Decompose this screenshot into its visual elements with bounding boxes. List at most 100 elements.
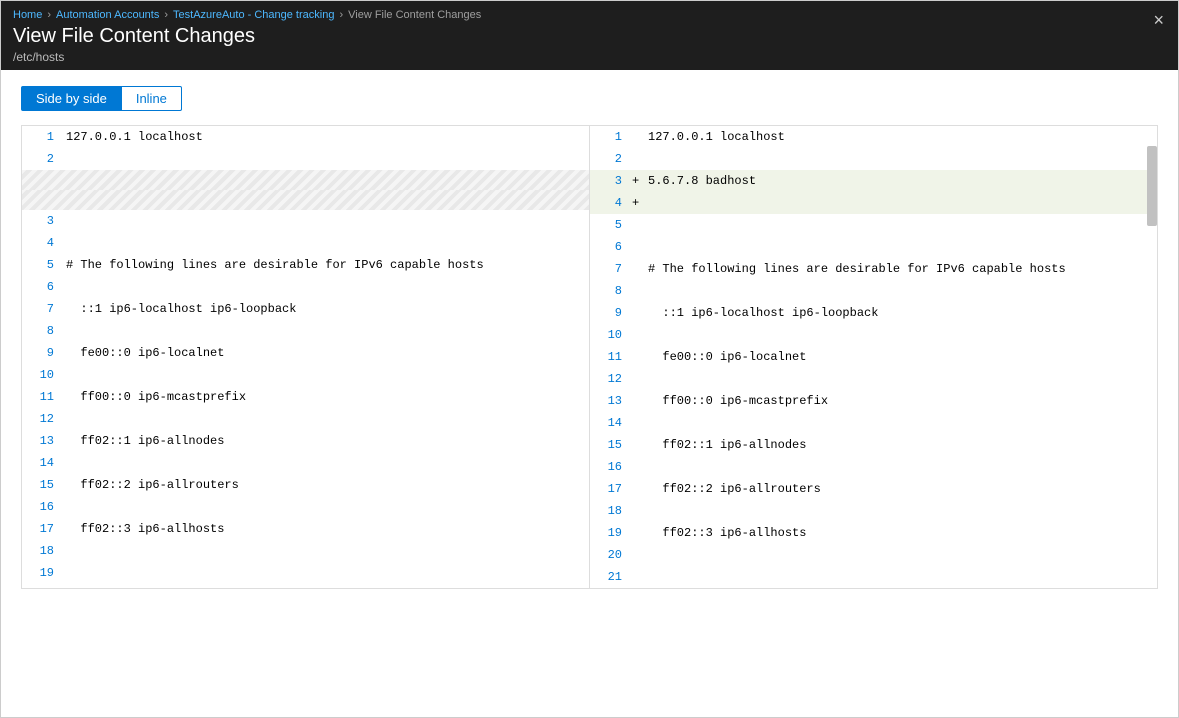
line-marker xyxy=(630,258,644,280)
diff-right-pane[interactable]: 1127.0.0.1 localhost23+5.6.7.8 badhost4+… xyxy=(590,126,1157,588)
page-title: View File Content Changes xyxy=(13,25,1166,48)
breadcrumb-home[interactable]: Home xyxy=(13,9,42,21)
line-number: 12 xyxy=(590,368,630,390)
table-row: 18 xyxy=(22,540,589,562)
table-row: 17 ff02::3 ip6-allhosts xyxy=(22,518,589,540)
line-marker xyxy=(630,236,644,258)
line-content: # The following lines are desirable for … xyxy=(62,254,589,276)
line-number: 15 xyxy=(22,474,62,496)
line-number: 17 xyxy=(590,478,630,500)
line-number: 6 xyxy=(590,236,630,258)
page-subtitle: /etc/hosts xyxy=(13,50,1166,64)
line-content: ::1 ip6-localhost ip6-loopback xyxy=(644,302,1157,324)
line-marker: + xyxy=(630,170,644,192)
line-number: 8 xyxy=(22,320,62,342)
line-marker xyxy=(630,324,644,346)
line-number: 1 xyxy=(22,126,62,148)
line-marker xyxy=(630,214,644,236)
line-content: fe00::0 ip6-localnet xyxy=(644,346,1157,368)
line-content xyxy=(62,148,589,170)
tab-inline[interactable]: Inline xyxy=(122,86,182,111)
table-row xyxy=(22,170,589,190)
table-row: 12 xyxy=(590,368,1157,390)
modal-header: Home › Automation Accounts › TestAzureAu… xyxy=(1,1,1178,70)
table-row: 4 xyxy=(22,232,589,254)
breadcrumb: Home › Automation Accounts › TestAzureAu… xyxy=(13,9,1166,21)
line-number: 3 xyxy=(22,210,62,232)
line-content: ff02::1 ip6-allnodes xyxy=(62,430,589,452)
diff-left-pane[interactable]: 1127.0.0.1 localhost2345# The following … xyxy=(22,126,590,588)
line-number: 4 xyxy=(590,192,630,214)
line-content xyxy=(644,368,1157,390)
line-content xyxy=(62,562,589,584)
line-marker xyxy=(630,412,644,434)
line-content: ff02::2 ip6-allrouters xyxy=(644,478,1157,500)
line-number: 14 xyxy=(22,452,62,474)
line-content xyxy=(644,236,1157,258)
line-content xyxy=(62,190,589,210)
line-content xyxy=(644,412,1157,434)
line-marker xyxy=(630,302,644,324)
table-row: 3+5.6.7.8 badhost xyxy=(590,170,1157,192)
table-row: 11 fe00::0 ip6-localnet xyxy=(590,346,1157,368)
line-content: ff02::3 ip6-allhosts xyxy=(62,518,589,540)
breadcrumb-change-tracking[interactable]: TestAzureAuto - Change tracking xyxy=(173,9,334,21)
line-content xyxy=(644,192,1157,214)
line-number: 9 xyxy=(590,302,630,324)
line-content xyxy=(644,544,1157,566)
line-content xyxy=(62,232,589,254)
line-content: fe00::0 ip6-localnet xyxy=(62,342,589,364)
diff-container: 1127.0.0.1 localhost2345# The following … xyxy=(21,125,1158,589)
line-number: 15 xyxy=(590,434,630,456)
table-row: 2 xyxy=(590,148,1157,170)
table-row: 18 xyxy=(590,500,1157,522)
line-number: 5 xyxy=(22,254,62,276)
line-number: 20 xyxy=(590,544,630,566)
line-marker xyxy=(630,434,644,456)
scrollbar-thumb[interactable] xyxy=(1147,146,1157,226)
table-row: 1127.0.0.1 localhost xyxy=(22,126,589,148)
line-content: # The following lines are desirable for … xyxy=(644,258,1157,280)
table-row: 20 xyxy=(590,544,1157,566)
line-marker xyxy=(630,522,644,544)
table-row: 3 xyxy=(22,210,589,232)
line-content xyxy=(62,210,589,232)
table-row: 17 ff02::2 ip6-allrouters xyxy=(590,478,1157,500)
line-content xyxy=(62,364,589,386)
line-content xyxy=(644,324,1157,346)
table-row: 5 xyxy=(590,214,1157,236)
table-row: 19 xyxy=(22,562,589,584)
line-number: 19 xyxy=(22,562,62,584)
line-content xyxy=(644,566,1157,588)
line-number xyxy=(22,190,62,210)
line-marker xyxy=(630,478,644,500)
breadcrumb-automation-accounts[interactable]: Automation Accounts xyxy=(56,9,159,21)
line-number: 9 xyxy=(22,342,62,364)
line-number: 2 xyxy=(590,148,630,170)
breadcrumb-sep-2: › xyxy=(164,9,168,21)
line-number: 19 xyxy=(590,522,630,544)
line-content xyxy=(62,496,589,518)
table-row: 10 xyxy=(590,324,1157,346)
close-button[interactable]: × xyxy=(1153,11,1164,29)
line-number: 8 xyxy=(590,280,630,302)
tab-side-by-side[interactable]: Side by side xyxy=(21,86,122,111)
table-row: 9 fe00::0 ip6-localnet xyxy=(22,342,589,364)
modal-body: Side by side Inline 1127.0.0.1 localhost… xyxy=(1,70,1178,717)
table-row: 6 xyxy=(22,276,589,298)
line-number: 16 xyxy=(22,496,62,518)
line-marker xyxy=(630,390,644,412)
modal-overlay: Home › Automation Accounts › TestAzureAu… xyxy=(0,0,1179,718)
line-number: 1 xyxy=(590,126,630,148)
line-number: 16 xyxy=(590,456,630,478)
line-number: 4 xyxy=(22,232,62,254)
line-content xyxy=(644,500,1157,522)
table-row: 7 ::1 ip6-localhost ip6-loopback xyxy=(22,298,589,320)
line-number: 10 xyxy=(590,324,630,346)
line-number: 13 xyxy=(22,430,62,452)
table-row: 8 xyxy=(22,320,589,342)
line-number: 11 xyxy=(22,386,62,408)
line-content: ::1 ip6-localhost ip6-loopback xyxy=(62,298,589,320)
line-content xyxy=(644,148,1157,170)
table-row: 13 ff00::0 ip6-mcastprefix xyxy=(590,390,1157,412)
